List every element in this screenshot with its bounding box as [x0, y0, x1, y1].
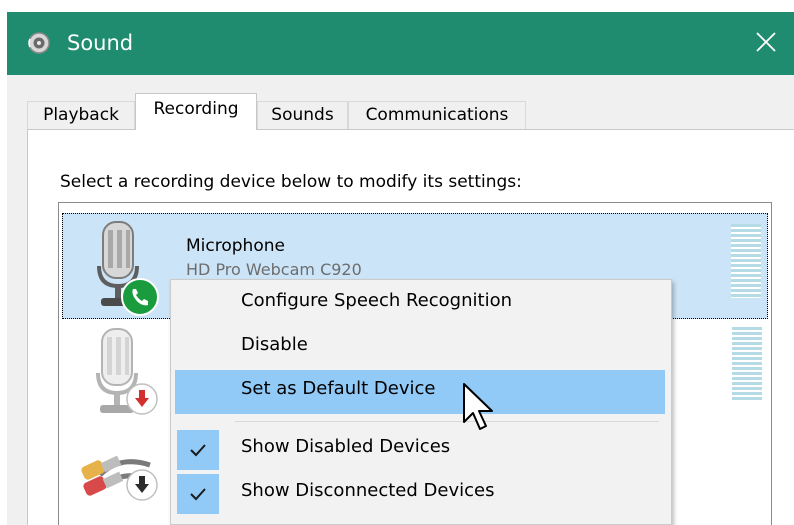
- level-meter: [731, 224, 761, 298]
- menu-item-label: Set as Default Device: [241, 378, 436, 399]
- level-meter: [732, 327, 762, 401]
- tab-communications[interactable]: Communications: [348, 101, 526, 129]
- instruction-text: Select a recording device below to modif…: [60, 172, 522, 192]
- context-menu: Configure Speech Recognition Disable Set…: [170, 279, 672, 525]
- phone-icon: [121, 278, 159, 320]
- menu-separator: [235, 421, 659, 422]
- tab-label: Communications: [365, 105, 509, 125]
- checkmark-icon: [177, 430, 219, 470]
- tab-recording[interactable]: Recording: [135, 93, 257, 130]
- arrow-down-icon: [126, 469, 158, 505]
- tab-strip: Playback Recording Sounds Communications: [27, 93, 777, 130]
- menu-item-label: Disable: [241, 334, 308, 355]
- tab-label: Recording: [153, 99, 239, 119]
- checkmark-icon: [177, 474, 219, 514]
- menu-item-disable[interactable]: Disable: [175, 326, 665, 370]
- menu-item-show-disabled-devices[interactable]: Show Disabled Devices: [175, 428, 665, 472]
- menu-item-label: Configure Speech Recognition: [241, 290, 512, 311]
- close-icon: [755, 31, 777, 57]
- title-bar: Sound: [7, 12, 794, 75]
- tab-label: Playback: [43, 105, 119, 125]
- menu-item-label: Show Disconnected Devices: [241, 480, 495, 501]
- speaker-icon: [27, 31, 51, 55]
- tab-sounds[interactable]: Sounds: [257, 101, 348, 129]
- menu-item-show-disconnected-devices[interactable]: Show Disconnected Devices: [175, 472, 665, 516]
- window-title: Sound: [67, 31, 134, 55]
- close-button[interactable]: [738, 12, 794, 75]
- menu-item-set-as-default-device[interactable]: Set as Default Device: [175, 370, 665, 414]
- device-description: HD Pro Webcam C920: [186, 260, 362, 279]
- menu-item-configure-speech-recognition[interactable]: Configure Speech Recognition: [175, 282, 665, 326]
- device-name: Microphone: [186, 236, 285, 256]
- arrow-down-icon: [126, 383, 158, 419]
- tab-label: Sounds: [271, 105, 334, 125]
- tab-playback[interactable]: Playback: [27, 101, 135, 129]
- menu-item-label: Show Disabled Devices: [241, 436, 451, 457]
